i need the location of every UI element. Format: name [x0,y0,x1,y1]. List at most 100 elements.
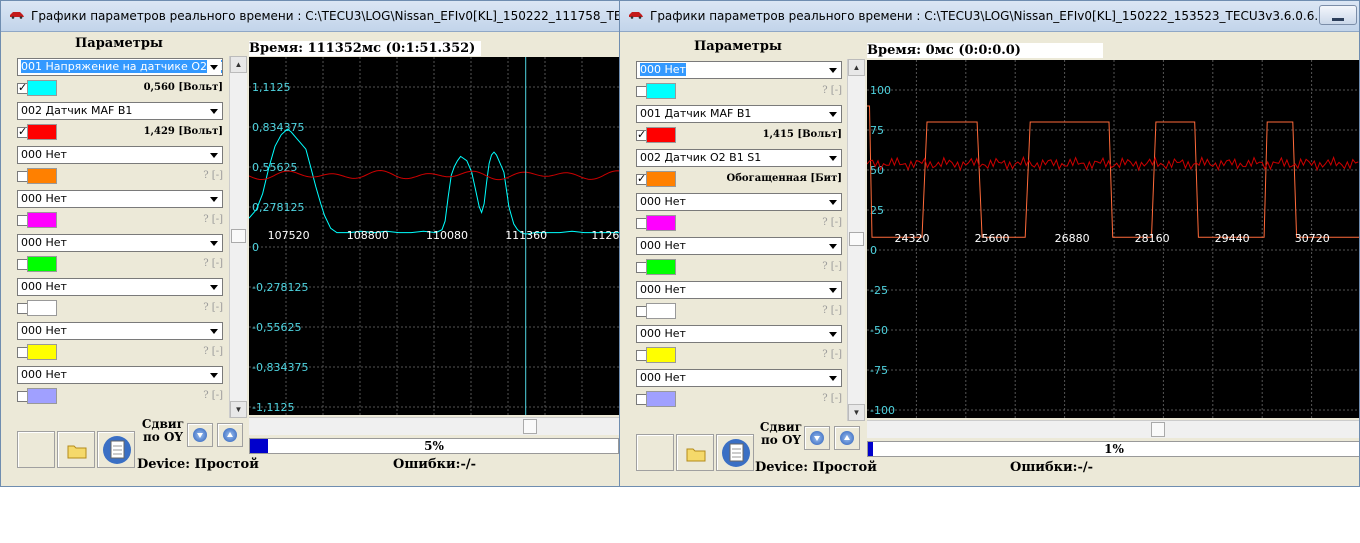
title-bar[interactable]: Графики параметров реального времени : C… [620,1,1359,32]
color-swatch[interactable] [646,347,676,363]
parameter-select[interactable]: 001 Датчик MAF B1 [636,105,842,123]
parameter-value-row: ? [-] [636,213,842,235]
time-scroll-thumb[interactable] [523,419,537,434]
parameter-value: Обогащенная [Бит] [726,173,842,184]
parameter-select-value: 002 Датчик MAF B1 [21,104,133,117]
scroll-thumb[interactable] [849,232,864,246]
chevron-down-icon[interactable] [207,192,221,206]
parameter-select[interactable]: 000 Нет [17,366,223,384]
y-tick-label: 1,1125 [252,81,291,94]
open-file-button[interactable] [676,434,714,471]
chevron-down-icon[interactable] [207,280,221,294]
parameter-select-value: 000 Нет [21,368,67,381]
parameter-select[interactable]: 001 Напряжение на датчике O2 B1 S1 [17,58,223,76]
chevron-down-icon[interactable] [207,324,221,338]
chart-area[interactable]: 1,1125 0,834375 0,55625 0,278125 0 -0,278125 -… [249,57,619,415]
color-swatch[interactable] [27,124,57,140]
y-tick-label: 75 [870,124,884,137]
parameter-value: 0,560 [Вольт] [143,82,223,93]
minimize-button[interactable] [1319,5,1357,25]
shift-up-button[interactable] [834,426,860,450]
parameter-select[interactable]: 000 Нет [636,237,842,255]
shift-down-button[interactable] [804,426,830,450]
color-swatch[interactable] [646,303,676,319]
y-tick-label: -1,1125 [252,401,294,414]
color-swatch[interactable] [27,168,57,184]
y-tick-label: 0 [870,244,877,257]
y-tick-label: 0 [252,241,259,254]
chevron-down-icon[interactable] [826,283,840,297]
parameter-select[interactable]: 000 Нет [17,190,223,208]
parameter-select[interactable]: 000 Нет [636,325,842,343]
parameter-select[interactable]: 000 Нет [17,146,223,164]
chevron-down-icon[interactable] [826,63,840,77]
color-swatch[interactable] [27,344,57,360]
chevron-down-icon[interactable] [826,151,840,165]
chevron-down-icon[interactable] [826,371,840,385]
parameter-select[interactable]: 002 Датчик MAF B1 [17,102,223,120]
device-status: Device: Простой [755,460,877,475]
chart-area[interactable]: 100 75 50 25 0 -25 -50 -75 -100 24320 25600 26880 28… [867,60,1359,418]
color-swatch[interactable] [27,212,57,228]
shift-up-button[interactable] [217,423,243,447]
chevron-down-icon[interactable] [207,104,221,118]
parameter-value-row: ? [-] [636,345,842,367]
color-swatch[interactable] [27,80,57,96]
scroll-up-button[interactable]: ▲ [230,56,247,73]
save-document-button[interactable] [97,431,135,468]
parameter-select-row: 000 Нет [636,323,842,345]
parameter-select-value: 000 Нет [21,148,67,161]
parameters-scrollbar[interactable]: ▲ ▼ [847,59,865,421]
parameter-value-row: ? [-] [636,389,842,411]
chevron-down-icon[interactable] [207,148,221,162]
color-swatch[interactable] [646,215,676,231]
realtime-graph-window-2: Графики параметров реального времени : C… [619,0,1360,487]
scroll-thumb[interactable] [231,229,246,243]
parameter-value: ? [-] [203,258,223,269]
chevron-down-icon[interactable] [207,368,221,382]
parameter-select[interactable]: 002 Датчик O2 B1 S1 [636,149,842,167]
parameters-panel: Параметры 001 Напряжение на датчике O2 B… [9,32,247,418]
parameter-value-row: ✓ 0,560 [Вольт] [17,78,223,100]
parameter-select[interactable]: 000 Нет [17,278,223,296]
open-file-button[interactable] [57,431,95,468]
color-swatch[interactable] [27,388,57,404]
scroll-up-button[interactable]: ▲ [848,59,865,76]
parameter-select[interactable]: 000 Нет [636,369,842,387]
y-tick-label: 0,55625 [252,161,298,174]
shift-down-button[interactable] [187,423,213,447]
color-swatch[interactable] [646,259,676,275]
scroll-down-button[interactable]: ▼ [848,404,865,421]
time-scroll-thumb[interactable] [1151,422,1165,437]
chevron-down-icon[interactable] [826,195,840,209]
save-document-button[interactable] [716,434,754,471]
color-swatch[interactable] [646,127,676,143]
parameter-select-row: 001 Напряжение на датчике O2 B1 S1 [17,56,223,78]
color-swatch[interactable] [27,300,57,316]
color-swatch[interactable] [27,256,57,272]
chevron-down-icon[interactable] [826,239,840,253]
color-swatch[interactable] [646,171,676,187]
time-label: Время: 0мс (0:0:0.0) [867,43,1103,58]
scroll-down-button[interactable]: ▼ [230,401,247,418]
blank-button[interactable] [636,434,674,471]
parameter-select[interactable]: 000 Нет [636,61,842,79]
chevron-down-icon[interactable] [826,327,840,341]
chevron-down-icon[interactable] [207,60,221,74]
parameter-select[interactable]: 000 Нет [17,322,223,340]
parameter-select-row: 000 Нет [636,367,842,389]
color-swatch[interactable] [646,391,676,407]
title-bar[interactable]: Графики параметров реального времени : C… [1,1,621,32]
chevron-down-icon[interactable] [207,236,221,250]
color-swatch[interactable] [646,83,676,99]
time-scrollbar[interactable] [867,420,1359,438]
blank-button[interactable] [17,431,55,468]
parameter-select-value: 000 Нет [21,324,67,337]
time-scrollbar[interactable] [249,417,619,435]
chevron-down-icon[interactable] [826,107,840,121]
parameter-select[interactable]: 000 Нет [17,234,223,252]
parameter-select[interactable]: 000 Нет [636,281,842,299]
arrow-up-icon [840,431,854,445]
parameter-select[interactable]: 000 Нет [636,193,842,211]
parameters-scrollbar[interactable]: ▲ ▼ [229,56,247,418]
